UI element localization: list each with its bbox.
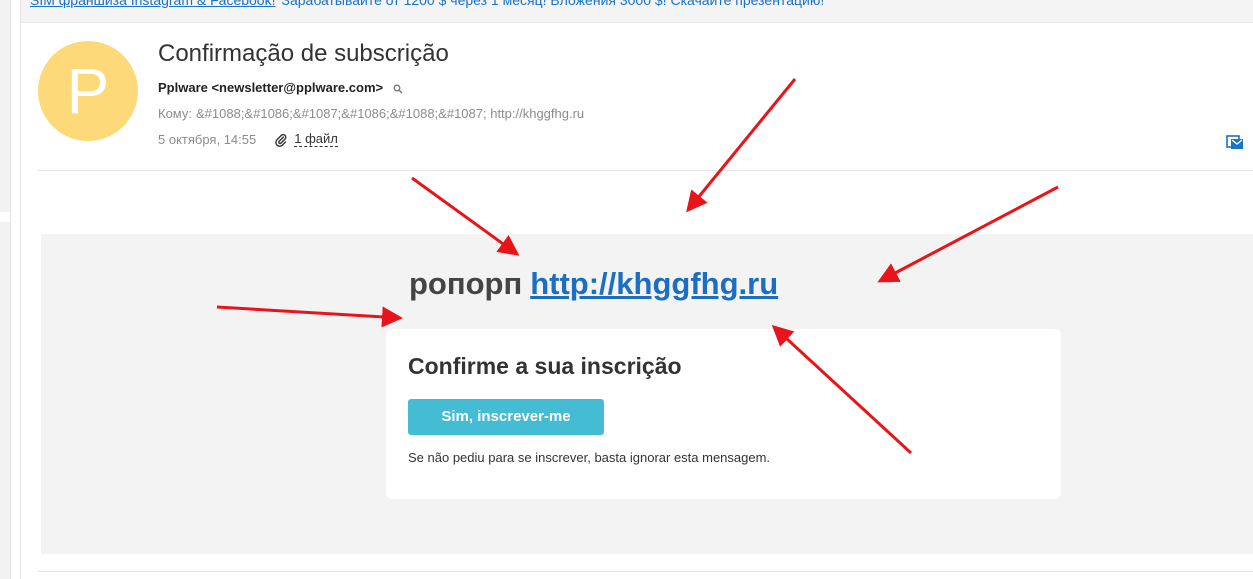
folder-panel-edge	[0, 0, 11, 579]
recipient-value: &#1088;&#1086;&#1087;&#1086;&#1088;&#108…	[196, 106, 585, 121]
confirmation-card: Confirme a sua inscrição Sim, inscrever-…	[386, 329, 1061, 499]
open-in-window-icon[interactable]	[1226, 133, 1244, 151]
mail-page: SIM франшиза Instagram & Facebook! Зараба…	[0, 0, 1253, 579]
recipient-label: Кому:	[158, 106, 192, 121]
ad-link[interactable]: SIM франшиза Instagram & Facebook!	[30, 0, 276, 8]
sender-address[interactable]: Pplware <newsletter@pplware.com>	[158, 80, 383, 95]
recipient-line: Кому: &#1088;&#1086;&#1087;&#1086;&#1088;…	[158, 106, 584, 121]
subscribe-button[interactable]: Sim, inscrever-me	[408, 399, 604, 435]
ad-banner: SIM франшиза Instagram & Facebook! Зараба…	[21, 0, 1253, 23]
email-date: 5 октября, 14:55	[158, 132, 257, 147]
paperclip-icon	[275, 133, 287, 147]
ad-text-row: SIM франшиза Instagram & Facebook! Зараба…	[30, 0, 824, 8]
headline-link[interactable]: http://khggfhg.ru	[530, 266, 778, 301]
card-title: Confirme a sua inscrição	[408, 353, 682, 379]
panel-divider	[20, 0, 21, 579]
email-subject: Confirmação de subscrição	[158, 40, 449, 67]
ad-description[interactable]: Зарабатывайте от 1200 $ через 1 месяц! В…	[282, 0, 825, 8]
meta-line: 5 октября, 14:55 1 файл	[158, 132, 338, 147]
body-divider	[38, 571, 1253, 572]
body-headline: ропорп http://khggfhg.ru	[409, 266, 778, 302]
headline-text: ропорп	[409, 266, 523, 301]
header-divider	[38, 170, 1253, 171]
attachments-link[interactable]: 1 файл	[294, 132, 338, 147]
annotation-arrow	[686, 78, 797, 213]
sender-line: Pplware <newsletter@pplware.com>	[158, 80, 403, 95]
panel-gap	[0, 212, 10, 222]
sender-avatar: P	[38, 41, 138, 141]
magnifier-icon[interactable]	[393, 84, 403, 94]
email-body: ропорп http://khggfhg.ru Confirme a sua i…	[41, 234, 1253, 554]
card-note: Se não pediu para se inscrever, basta ig…	[408, 450, 771, 465]
